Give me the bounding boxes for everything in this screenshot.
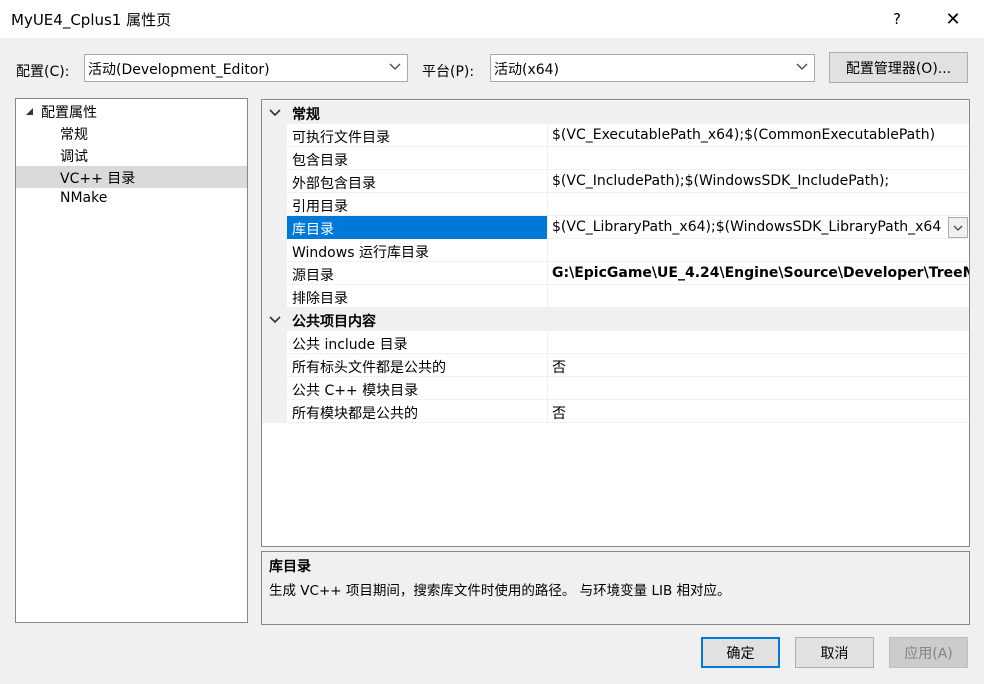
property-value[interactable]: 否: [547, 354, 969, 377]
property-row[interactable]: Windows 运行库目录: [262, 239, 969, 262]
property-value[interactable]: [547, 285, 969, 308]
row-gutter: [262, 124, 287, 147]
close-button[interactable]: ✕: [930, 0, 976, 38]
chevron-down-icon: [389, 63, 401, 70]
row-gutter: [262, 262, 287, 285]
expanded-triangle-icon: [26, 108, 33, 115]
tree-item-label: VC++ 目录: [60, 171, 136, 187]
tree-item-label: NMake: [60, 190, 108, 206]
description-pane: 库目录 生成 VC++ 项目期间，搜索库文件时使用的路径。 与环境变量 LIB …: [261, 551, 970, 625]
property-value[interactable]: [547, 239, 969, 262]
property-name: 公共 C++ 模块目录: [292, 383, 419, 399]
tree-item-label: 调试: [60, 149, 88, 165]
cancel-button[interactable]: 取消: [795, 637, 874, 668]
tree-root-item[interactable]: 配置属性: [16, 100, 247, 122]
property-value[interactable]: [547, 377, 969, 400]
row-gutter: [262, 354, 287, 377]
help-icon: ?: [893, 10, 901, 28]
chevron-down-icon: [796, 63, 808, 70]
property-row[interactable]: 源目录 G:\EpicGame\UE_4.24\Engine\Source\De…: [262, 262, 969, 285]
collapse-chevron-icon: [269, 109, 281, 117]
collapse-chevron-icon: [269, 316, 281, 324]
close-icon: ✕: [945, 8, 961, 30]
chevron-down-icon: [953, 225, 963, 231]
platform-dropdown[interactable]: 活动(x64): [490, 54, 815, 82]
property-row[interactable]: 公共 include 目录: [262, 331, 969, 354]
category-row[interactable]: 公共项目内容: [262, 308, 969, 331]
property-row[interactable]: 引用目录: [262, 193, 969, 216]
category-row[interactable]: 常规: [262, 101, 969, 124]
row-gutter: [262, 400, 287, 423]
property-value[interactable]: $(VC_LibraryPath_x64);$(WindowsSDK_Libra…: [547, 216, 943, 239]
category-title: 常规: [292, 107, 320, 123]
property-value[interactable]: $(VC_IncludePath);$(WindowsSDK_IncludePa…: [547, 170, 969, 193]
value-dropdown-button[interactable]: [948, 217, 968, 238]
property-name: Windows 运行库目录: [292, 245, 429, 261]
tree-item-debugging[interactable]: 调试: [16, 144, 247, 166]
property-name: 所有标头文件都是公共的: [292, 360, 446, 376]
row-gutter: [262, 285, 287, 308]
property-value[interactable]: G:\EpicGame\UE_4.24\Engine\Source\Develo…: [547, 262, 969, 285]
config-value: 活动(Development_Editor): [88, 62, 270, 78]
property-value[interactable]: 否: [547, 400, 969, 423]
property-row[interactable]: 排除目录: [262, 285, 969, 308]
property-value[interactable]: [547, 147, 969, 170]
window-title: MyUE4_Cplus1 属性页: [11, 11, 172, 29]
row-gutter: [262, 193, 287, 216]
row-gutter: [262, 216, 287, 239]
property-grid: 常规 可执行文件目录 $(VC_ExecutablePath_x64);$(Co…: [261, 99, 970, 547]
property-row[interactable]: 可执行文件目录 $(VC_ExecutablePath_x64);$(Commo…: [262, 124, 969, 147]
tree-item-nmake[interactable]: NMake: [16, 188, 247, 210]
row-gutter: [262, 170, 287, 193]
platform-label: 平台(P):: [422, 64, 475, 80]
config-label: 配置(C):: [16, 64, 70, 80]
tree-root-label: 配置属性: [41, 105, 97, 121]
property-row[interactable]: 包含目录: [262, 147, 969, 170]
property-name: 包含目录: [292, 153, 348, 169]
help-button[interactable]: ?: [874, 0, 920, 38]
row-gutter: [262, 331, 287, 354]
row-gutter: [262, 239, 287, 262]
property-row[interactable]: 外部包含目录 $(VC_IncludePath);$(WindowsSDK_In…: [262, 170, 969, 193]
description-title: 库目录: [269, 559, 311, 575]
property-name: 外部包含目录: [292, 176, 376, 192]
property-row[interactable]: 公共 C++ 模块目录: [262, 377, 969, 400]
property-value[interactable]: [547, 193, 969, 216]
description-text: 生成 VC++ 项目期间，搜索库文件时使用的路径。 与环境变量 LIB 相对应。: [269, 583, 731, 599]
title-bar: MyUE4_Cplus1 属性页 ? ✕: [0, 0, 984, 38]
tree-item-label: 常规: [60, 127, 88, 143]
tree-item-vc-directories[interactable]: VC++ 目录: [16, 166, 247, 188]
property-tree: 配置属性 常规 调试 VC++ 目录 NMake: [15, 98, 248, 623]
property-row-selected[interactable]: 库目录 $(VC_LibraryPath_x64);$(WindowsSDK_L…: [262, 216, 969, 239]
property-row[interactable]: 所有标头文件都是公共的 否: [262, 354, 969, 377]
tree-item-general[interactable]: 常规: [16, 122, 247, 144]
property-name: 库目录: [287, 216, 547, 239]
property-name: 可执行文件目录: [292, 130, 390, 146]
config-dropdown[interactable]: 活动(Development_Editor): [84, 54, 408, 82]
platform-value: 活动(x64): [494, 62, 560, 78]
property-name: 引用目录: [292, 199, 348, 215]
apply-button[interactable]: 应用(A): [889, 637, 968, 668]
row-gutter: [262, 147, 287, 170]
property-name: 源目录: [292, 268, 334, 284]
property-name: 排除目录: [292, 291, 348, 307]
ok-button[interactable]: 确定: [701, 637, 780, 668]
property-name: 公共 include 目录: [292, 337, 408, 353]
config-manager-button[interactable]: 配置管理器(O)...: [829, 52, 968, 83]
category-title: 公共项目内容: [292, 314, 376, 330]
property-value[interactable]: [547, 331, 969, 354]
row-gutter: [262, 377, 287, 400]
property-row[interactable]: 所有模块都是公共的 否: [262, 400, 969, 423]
property-name: 所有模块都是公共的: [292, 406, 418, 422]
property-value[interactable]: $(VC_ExecutablePath_x64);$(CommonExecuta…: [547, 124, 969, 147]
